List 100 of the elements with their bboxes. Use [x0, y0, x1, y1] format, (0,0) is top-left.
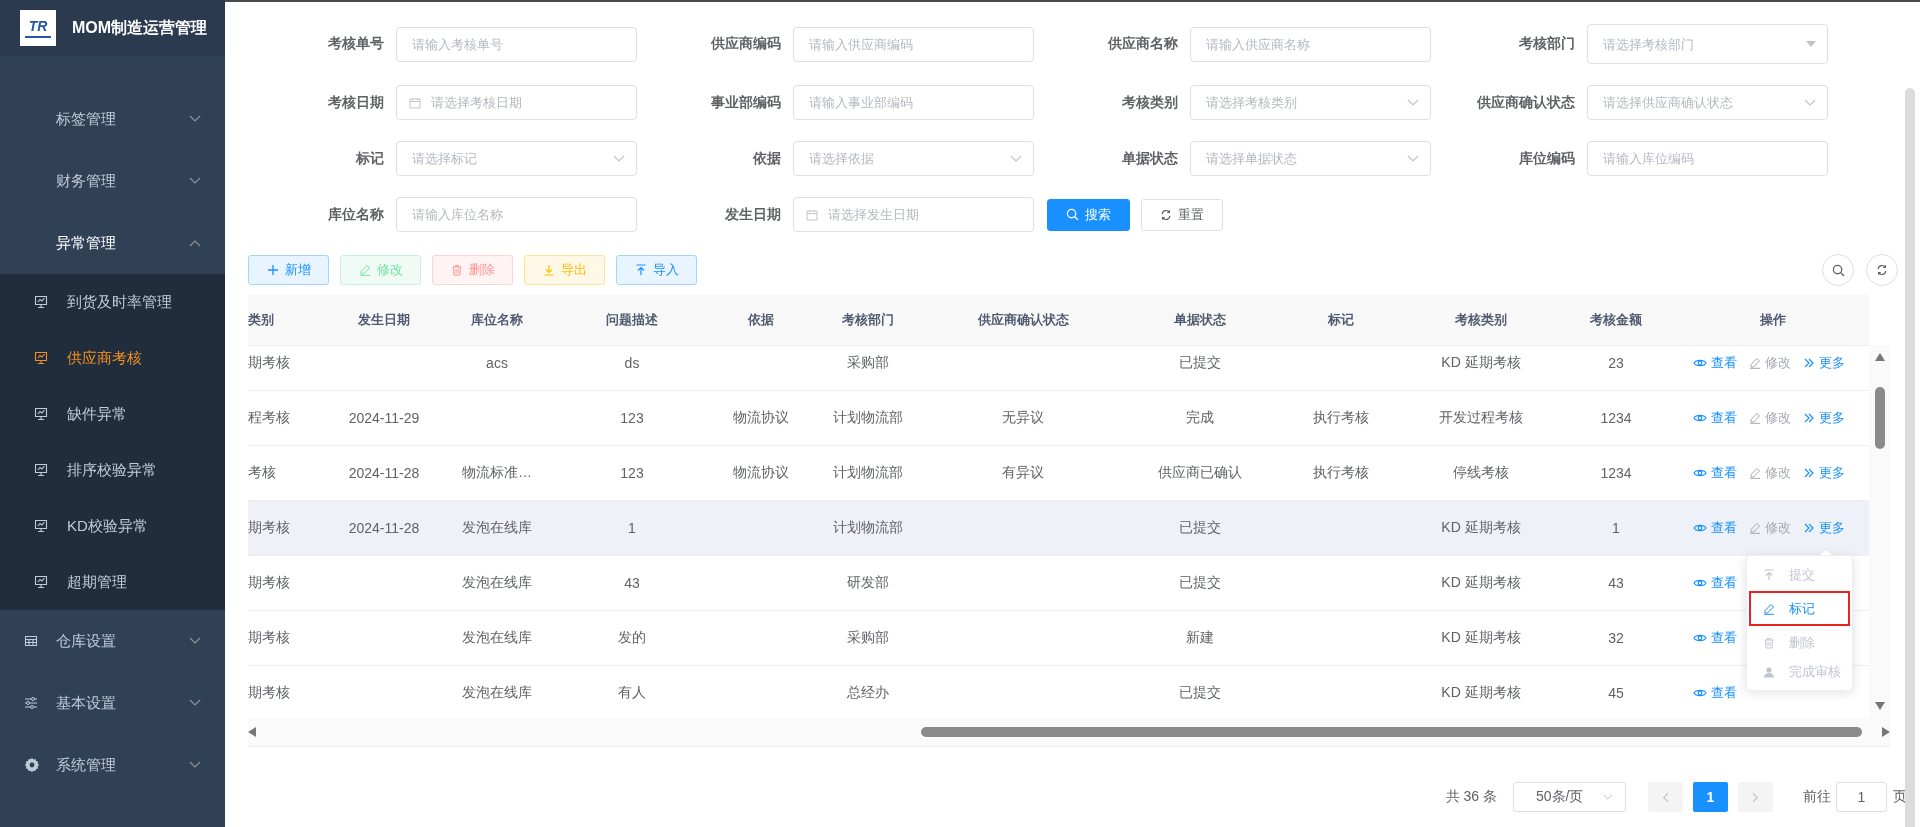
text-field[interactable]: 请输入库位名称 — [396, 197, 637, 232]
column-header: 单据状态 — [1173, 311, 1227, 329]
pencil-icon — [1763, 602, 1775, 615]
view-link[interactable]: 查看 — [1693, 409, 1737, 427]
trash-icon — [1763, 636, 1775, 649]
field-label: 事业部编码 — [710, 93, 782, 112]
horizontal-scrollbar[interactable] — [248, 718, 1890, 747]
menu-item[interactable]: 财务管理 — [0, 150, 225, 212]
menu-item[interactable]: 基本设置 — [0, 672, 225, 734]
select-field[interactable]: 请选择供应商确认状态 — [1587, 85, 1828, 120]
add-button[interactable]: 新增 — [248, 255, 329, 285]
column-header: 供应商确认状态 — [976, 311, 1070, 329]
menu-item[interactable]: 系统管理 — [0, 734, 225, 796]
table-cell: 总经办 — [847, 684, 889, 702]
menu-item[interactable]: 异常管理 — [0, 212, 225, 274]
search-icon — [1831, 263, 1845, 277]
chevron-left-icon — [1662, 791, 1669, 803]
more-link[interactable]: 更多 — [1803, 409, 1845, 427]
menu-label: 仓库设置 — [56, 631, 116, 651]
calendar-icon — [806, 208, 818, 221]
date-field[interactable]: 请选择发生日期 — [793, 197, 1034, 232]
page-scrollbar[interactable] — [1905, 88, 1915, 827]
eye-icon — [1693, 688, 1707, 698]
trash-icon — [450, 264, 463, 276]
sliders-icon — [24, 696, 38, 710]
submenu-item[interactable]: 超期管理 — [0, 554, 225, 610]
table-cell: 研发部 — [847, 574, 889, 592]
eye-icon — [1693, 523, 1707, 533]
field-label: 供应商名称 — [1107, 35, 1179, 53]
column-header: 考核部门 — [841, 311, 895, 329]
table-cell: 已提交 — [1179, 684, 1221, 702]
select-field[interactable]: 请选择依据 — [793, 141, 1034, 176]
total-count: 共 36 条 — [1445, 788, 1497, 806]
text-field[interactable]: 请输入供应商名称 — [1190, 26, 1431, 62]
search-button[interactable] — [1822, 254, 1854, 286]
text-field[interactable]: 请输入库位编码 — [1587, 141, 1828, 176]
select-field[interactable]: 请选择考核部门 — [1587, 24, 1828, 64]
view-link[interactable]: 查看 — [1693, 574, 1737, 592]
table-cell: 1 — [1612, 520, 1620, 536]
import-button[interactable]: 导入 — [616, 255, 697, 285]
submenu-item[interactable]: 到货及时率管理 — [0, 274, 225, 330]
double-chevron-icon — [1803, 522, 1815, 534]
field-label: 标记 — [355, 149, 385, 168]
menu-item[interactable]: 标记 — [1749, 591, 1850, 626]
table-cell: KD 延期考核 — [1441, 519, 1521, 537]
refresh-icon — [1160, 208, 1172, 221]
monitor-icon — [34, 407, 48, 421]
chevron-down-icon — [613, 154, 625, 163]
eye-icon — [1693, 358, 1707, 368]
table-cell: 执行考核 — [1313, 409, 1369, 427]
submenu-item[interactable]: 排序校验异常 — [0, 442, 225, 498]
text-field[interactable]: 请输入供应商编码 — [793, 26, 1034, 62]
vertical-scrollbar[interactable] — [1869, 345, 1890, 718]
reset-button[interactable]: 重置 — [1141, 198, 1223, 231]
chevron-down-icon — [1010, 154, 1022, 163]
eye-icon — [1693, 468, 1707, 478]
table-cell: 无异议 — [1002, 409, 1044, 427]
scroll-up-icon[interactable] — [1874, 353, 1885, 361]
field-label: 考核类别 — [1121, 93, 1179, 112]
view-link[interactable]: 查看 — [1693, 354, 1737, 372]
table-cell: 计划物流部 — [833, 519, 903, 537]
scroll-right-icon[interactable] — [1882, 727, 1890, 737]
scrollbar-thumb[interactable] — [1874, 387, 1885, 449]
view-link[interactable]: 查看 — [1693, 629, 1737, 647]
table-cell: 期考核 — [248, 354, 290, 372]
scroll-down-icon[interactable] — [1874, 702, 1885, 710]
page-input[interactable]: 1 — [1836, 782, 1887, 812]
search-button[interactable]: 搜索 — [1047, 198, 1130, 231]
more-link[interactable]: 更多 — [1803, 464, 1845, 482]
page-button[interactable]: 1 — [1693, 782, 1728, 812]
menu-item[interactable]: 标签管理 — [0, 88, 225, 150]
submenu-item[interactable]: KD校验异常 — [0, 498, 225, 554]
column-header: 类别 — [248, 311, 275, 329]
table-cell: 已提交 — [1179, 519, 1221, 537]
select-field[interactable]: 请选择单据状态 — [1190, 141, 1431, 176]
table-cell: 23 — [1608, 355, 1624, 371]
table-cell: 计划物流部 — [833, 464, 903, 482]
refresh-button[interactable] — [1866, 254, 1898, 286]
view-link[interactable]: 查看 — [1693, 519, 1737, 537]
chevron-right-icon — [1752, 791, 1759, 803]
select-field[interactable]: 请选择标记 — [396, 141, 637, 176]
more-link[interactable]: 更多 — [1803, 354, 1845, 372]
select-field[interactable]: 请选择考核类别 — [1190, 85, 1431, 120]
more-link[interactable]: 更多 — [1803, 519, 1845, 537]
pencil-icon — [1749, 522, 1761, 534]
submenu-item[interactable]: 缺件异常 — [0, 386, 225, 442]
scrollbar-thumb[interactable] — [921, 727, 1862, 737]
view-link[interactable]: 查看 — [1693, 464, 1737, 482]
page-size-select[interactable]: 50条/页 — [1513, 782, 1626, 812]
date-field[interactable]: 请选择考核日期 — [396, 85, 637, 120]
view-link[interactable]: 查看 — [1693, 684, 1737, 702]
scroll-left-icon[interactable] — [248, 727, 256, 737]
table-cell: 采购部 — [847, 629, 889, 647]
text-field[interactable]: 请输入考核单号 — [396, 26, 637, 62]
text-field[interactable]: 请输入事业部编码 — [793, 85, 1034, 120]
menu-item[interactable]: 仓库设置 — [0, 610, 225, 672]
submenu-item[interactable]: 供应商考核 — [0, 330, 225, 386]
table-cell: 执行考核 — [1313, 464, 1369, 482]
column-header: 操作 — [1758, 311, 1787, 329]
table-cell: 123 — [620, 465, 644, 481]
